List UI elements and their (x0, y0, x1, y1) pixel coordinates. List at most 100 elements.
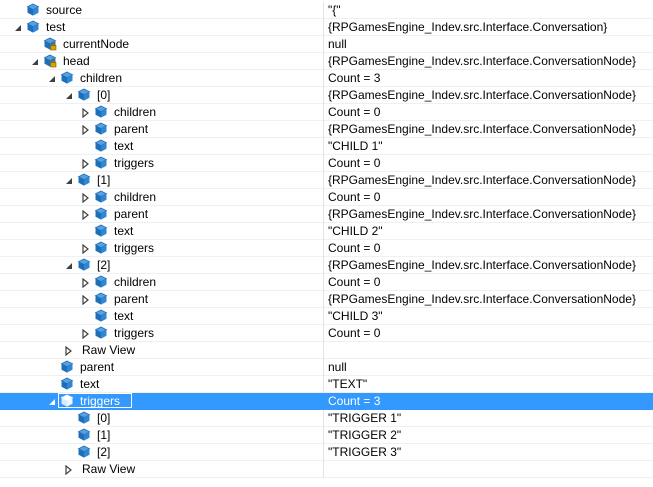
variable-value: "CHILD 2" (328, 224, 383, 238)
variable-value: {RPGamesEngine_Indev.src.Interface.Conve… (328, 207, 636, 221)
variable-name: triggers (80, 394, 121, 408)
watch-row[interactable]: triggers Count = 0 (0, 325, 653, 342)
watch-row[interactable]: [0] {RPGamesEngine_Indev.src.Interface.Co… (0, 87, 653, 104)
name-cell: text (0, 223, 323, 239)
watch-row[interactable]: triggers Count = 3 (0, 393, 653, 410)
collapse-arrow-icon[interactable] (47, 396, 57, 406)
field-icon (77, 88, 91, 102)
variable-name: source (46, 3, 83, 17)
expand-arrow-icon[interactable] (81, 277, 91, 289)
column-divider (323, 189, 324, 206)
field-icon (94, 207, 108, 221)
expand-arrow-icon[interactable] (64, 464, 74, 476)
watch-row[interactable]: Raw View (0, 342, 653, 359)
variable-value: Count = 0 (328, 241, 381, 255)
watch-row[interactable]: children Count = 0 (0, 104, 653, 121)
watch-row[interactable]: children Count = 0 (0, 274, 653, 291)
variable-value: null (328, 37, 347, 51)
watch-row[interactable]: parent {RPGamesEngine_Indev.src.Interface… (0, 206, 653, 223)
variable-value: "CHILD 3" (328, 309, 383, 323)
expand-arrow-icon[interactable] (64, 345, 74, 357)
variable-name: test (46, 20, 66, 34)
watch-row[interactable]: currentNode null (0, 36, 653, 53)
watch-row[interactable]: parent {RPGamesEngine_Indev.src.Interface… (0, 121, 653, 138)
variable-value: "TRIGGER 3" (328, 445, 402, 459)
watch-row[interactable]: children Count = 3 (0, 70, 653, 87)
watch-row[interactable]: text "CHILD 2" (0, 223, 653, 240)
watch-row[interactable]: text "CHILD 3" (0, 308, 653, 325)
watch-row[interactable]: parent null (0, 359, 653, 376)
variable-name: [1] (97, 173, 111, 187)
column-divider (323, 121, 324, 138)
variable-value: "{" (328, 3, 341, 17)
watch-row[interactable]: [2] "TRIGGER 3" (0, 444, 653, 461)
watch-row[interactable]: children Count = 0 (0, 189, 653, 206)
variable-value: {RPGamesEngine_Indev.src.Interface.Conve… (328, 88, 636, 102)
watch-row[interactable]: [2] {RPGamesEngine_Indev.src.Interface.Co… (0, 257, 653, 274)
expand-arrow-icon[interactable] (81, 294, 91, 306)
expand-arrow-icon[interactable] (81, 243, 91, 255)
watch-row[interactable]: [0] "TRIGGER 1" (0, 410, 653, 427)
name-cell: [2] (0, 444, 323, 460)
collapse-arrow-icon[interactable] (64, 260, 74, 270)
column-divider (323, 359, 324, 376)
watch-row[interactable]: source "{" (0, 2, 653, 19)
watch-row[interactable]: head {RPGamesEngine_Indev.src.Interface.C… (0, 53, 653, 70)
column-divider (323, 87, 324, 104)
variable-name: text (114, 139, 134, 153)
watch-row[interactable]: triggers Count = 0 (0, 155, 653, 172)
expand-arrow-icon[interactable] (81, 124, 91, 136)
watch-row[interactable]: text "CHILD 1" (0, 138, 653, 155)
name-cell: source (0, 2, 323, 18)
column-divider (323, 325, 324, 342)
variable-name: children (80, 71, 123, 85)
watch-row[interactable]: triggers Count = 0 (0, 240, 653, 257)
collapse-arrow-icon[interactable] (30, 56, 40, 66)
variable-name: text (114, 224, 134, 238)
name-cell: [2] (0, 257, 323, 273)
variable-name: triggers (114, 326, 155, 340)
variable-value: {RPGamesEngine_Indev.src.Interface.Conve… (328, 258, 636, 272)
collapse-arrow-icon[interactable] (47, 73, 57, 83)
name-cell: parent (0, 359, 323, 375)
column-divider (323, 104, 324, 121)
expand-arrow-icon[interactable] (81, 158, 91, 170)
variable-value: "TRIGGER 1" (328, 411, 402, 425)
expand-arrow-icon[interactable] (81, 192, 91, 204)
variable-value: {RPGamesEngine_Indev.src.Interface.Conve… (328, 54, 636, 68)
collapse-arrow-icon[interactable] (64, 90, 74, 100)
field-icon (94, 122, 108, 136)
variable-name: children (114, 105, 157, 119)
expand-arrow-icon[interactable] (81, 209, 91, 221)
variable-value: {RPGamesEngine_Indev.src.Interface.Conve… (328, 20, 608, 34)
name-cell: children (0, 274, 323, 290)
field-icon (94, 309, 108, 323)
name-cell: [0] (0, 410, 323, 426)
column-divider (323, 172, 324, 189)
name-cell: triggers (0, 240, 323, 256)
field-icon (94, 139, 108, 153)
variable-name: text (80, 377, 100, 391)
collapse-arrow-icon[interactable] (64, 175, 74, 185)
watch-window: source "{" test {RPGamesEngine_Indev.src.In… (0, 0, 653, 487)
variable-name: children (114, 275, 157, 289)
watch-row[interactable]: [1] {RPGamesEngine_Indev.src.Interface.Co… (0, 172, 653, 189)
collapse-arrow-icon[interactable] (13, 22, 23, 32)
watch-row[interactable]: parent {RPGamesEngine_Indev.src.Interface… (0, 291, 653, 308)
watch-row[interactable]: Raw View (0, 461, 653, 478)
column-divider (323, 257, 324, 274)
column-divider (323, 19, 324, 36)
column-divider (323, 274, 324, 291)
expand-arrow-icon[interactable] (81, 328, 91, 340)
variable-name: Raw View (82, 343, 136, 357)
watch-row[interactable]: test {RPGamesEngine_Indev.src.Interface.C… (0, 19, 653, 36)
expand-arrow-icon[interactable] (81, 107, 91, 119)
column-divider (323, 240, 324, 257)
field-icon (94, 275, 108, 289)
watch-row[interactable]: [1] "TRIGGER 2" (0, 427, 653, 444)
watch-row[interactable]: text "TEXT" (0, 376, 653, 393)
column-divider (323, 342, 324, 359)
field-icon (77, 411, 91, 425)
column-divider (323, 461, 324, 478)
column-divider (323, 2, 324, 19)
